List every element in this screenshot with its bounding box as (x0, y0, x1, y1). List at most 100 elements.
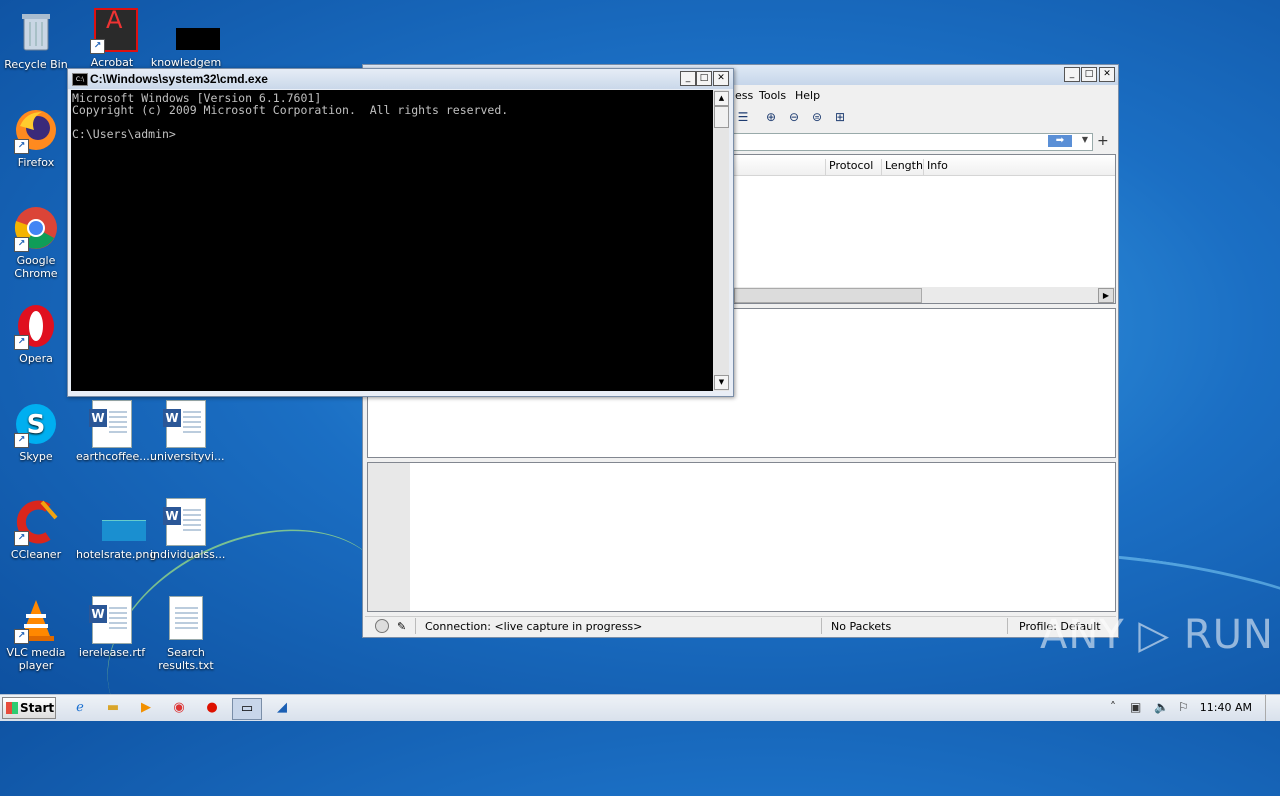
cmd-title: C:\Windows\system32\cmd.exe (90, 72, 268, 86)
menu-help[interactable]: Help (795, 89, 820, 102)
word-document-icon: W (162, 400, 210, 448)
ccleaner-icon: ↗ (12, 498, 60, 546)
desktop-icon-label: ierelease.rtf (78, 646, 146, 659)
packet-count: No Packets (831, 620, 892, 633)
close-button[interactable]: ✕ (713, 71, 729, 86)
cmd-titlebar[interactable]: C:\ C:\Windows\system32\cmd.exe _ □ ✕ (68, 69, 733, 89)
chrome-icon: ↗ (12, 204, 60, 252)
shortcut-arrow-icon: ↗ (14, 139, 29, 154)
desktop-icon-individualss[interactable]: W individualss... (150, 498, 226, 561)
column-length[interactable]: Length (881, 159, 923, 175)
zoom-in-icon[interactable]: ⊕ (763, 109, 779, 125)
capture-comment-icon[interactable]: ✎ (397, 620, 406, 633)
taskbar: Start ℯ ▬ ▶ ◉ ● ▭ ◢ ˄ ▣ 🔈 ⚐ 11:40 AM (0, 694, 1280, 721)
desktop-icon-search-results[interactable]: Search results.txt (150, 596, 222, 672)
desktop-icon-ierelease[interactable]: W ierelease.rtf (76, 596, 148, 659)
show-desktop-button[interactable] (1265, 695, 1280, 721)
shortcut-arrow-icon: ↗ (14, 335, 29, 350)
add-filter-button[interactable]: + (1097, 133, 1109, 149)
start-button[interactable]: Start (2, 697, 56, 719)
windows-logo-icon (6, 702, 18, 714)
wireshark-statusbar: ✎ Connection: <live capture in progress>… (365, 616, 1116, 635)
zoom-out-icon[interactable]: ⊖ (786, 109, 802, 125)
desktop-icon-recycle-bin[interactable]: Recycle Bin (0, 8, 72, 71)
packet-bytes-pane[interactable] (367, 462, 1116, 612)
internet-explorer-icon[interactable]: ℯ (70, 698, 90, 718)
apply-filter-arrow-icon[interactable]: ➡ (1048, 135, 1072, 147)
desktop-icon-universityvi[interactable]: W universityvi... (150, 400, 225, 463)
display-filter-input[interactable]: ➡ ▼ (733, 133, 1093, 151)
chevron-down-icon[interactable]: ▼ (1082, 135, 1088, 144)
desktop-icon-hotelsrate[interactable]: hotelsrate.png (76, 498, 157, 561)
desktop-icon-ccleaner[interactable]: ↗ CCleaner (0, 498, 72, 561)
media-player-icon[interactable]: ▶ (136, 698, 156, 718)
shortcut-arrow-icon: ↗ (14, 433, 29, 448)
desktop-icon-knowledgem[interactable]: knowledgem (150, 6, 222, 69)
desktop-icon-vlc[interactable]: ↗ VLC media player (0, 596, 72, 672)
minimize-button[interactable]: _ (680, 71, 696, 86)
desktop-icon-label: Skype (19, 450, 53, 463)
desktop-icon-label: earthcoffee.... (76, 450, 154, 463)
expert-info-icon[interactable] (375, 619, 389, 633)
console-prompt: C:\Users\admin> (72, 127, 176, 141)
word-document-icon: W (88, 596, 136, 644)
column-protocol[interactable]: Protocol (825, 159, 873, 175)
volume-icon[interactable]: 🔈 (1154, 700, 1169, 714)
desktop-icon-opera[interactable]: ↗ Opera (0, 302, 72, 365)
acrobat-icon: A ↗ (88, 6, 138, 54)
file-icon (162, 6, 220, 54)
desktop-icon-label: Recycle Bin (4, 58, 68, 71)
desktop-icon-firefox[interactable]: ↗ Firefox (0, 106, 72, 169)
svg-text:S: S (27, 410, 46, 440)
desktop-icon-label: Search results.txt (158, 646, 214, 672)
console-output[interactable]: Microsoft Windows [Version 6.1.7601] Copy… (71, 90, 714, 391)
menu-item[interactable]: ess (735, 89, 753, 102)
scroll-up-icon[interactable]: ▲ (714, 91, 729, 106)
vlc-cone-icon: ↗ (12, 596, 60, 644)
minimize-button[interactable]: _ (1064, 67, 1080, 82)
console-line: Copyright (c) 2009 Microsoft Corporation… (72, 103, 509, 117)
desktop-icon-skype[interactable]: S ↗ Skype (0, 400, 72, 463)
column-info[interactable]: Info (923, 159, 948, 175)
cmd-taskbar-icon[interactable]: ▭ (232, 698, 262, 720)
desktop-icon-label: CCleaner (10, 548, 62, 561)
cmd-window[interactable]: C:\ C:\Windows\system32\cmd.exe _ □ ✕ Mi… (67, 68, 734, 397)
anyrun-watermark: ANY ▷ RUN (1040, 612, 1274, 658)
menu-tools[interactable]: Tools (759, 89, 786, 102)
connection-status: Connection: <live capture in progress> (425, 620, 643, 633)
recycle-bin-icon (12, 8, 60, 56)
maximize-button[interactable]: □ (1081, 67, 1097, 82)
action-center-flag-icon[interactable]: ⚐ (1178, 700, 1189, 714)
desktop-icon-acrobat[interactable]: A ↗ Acrobat (76, 6, 148, 69)
opera-taskbar-icon[interactable]: ● (202, 698, 222, 718)
network-icon[interactable]: ▣ (1130, 700, 1141, 714)
maximize-button[interactable]: □ (696, 71, 712, 86)
scrollbar-thumb[interactable] (734, 288, 922, 303)
bytes-offset-column (368, 463, 410, 611)
zoom-normal-icon[interactable]: ⊜ (809, 109, 825, 125)
desktop-icon-label: universityvi... (150, 450, 225, 463)
desktop-icon-label: individualss... (150, 548, 226, 561)
show-hidden-icons-icon[interactable]: ˄ (1110, 700, 1116, 714)
shortcut-arrow-icon: ↗ (14, 237, 29, 252)
file-explorer-icon[interactable]: ▬ (103, 698, 123, 718)
wireshark-taskbar-icon[interactable]: ◢ (272, 698, 292, 718)
scroll-down-icon[interactable]: ▼ (714, 375, 729, 390)
text-file-icon (162, 596, 210, 644)
cmd-app-icon: C:\ (72, 73, 88, 86)
desktop-icon-earthcoffee[interactable]: W earthcoffee.... (76, 400, 154, 463)
shortcut-arrow-icon: ↗ (90, 39, 105, 54)
chrome-taskbar-icon[interactable]: ◉ (169, 698, 189, 718)
scroll-right-icon[interactable]: ▶ (1098, 288, 1114, 303)
desktop-icon-label: hotelsrate.png (76, 548, 157, 561)
firefox-icon: ↗ (12, 106, 60, 154)
close-button[interactable]: ✕ (1099, 67, 1115, 82)
shortcut-arrow-icon: ↗ (14, 531, 29, 546)
resize-columns-icon[interactable]: ⊞ (832, 109, 848, 125)
desktop-icon-chrome[interactable]: ↗ Google Chrome (0, 204, 72, 280)
vertical-scrollbar[interactable]: ▲ ▼ (713, 90, 729, 391)
scrollbar-thumb[interactable] (714, 106, 729, 128)
clock[interactable]: 11:40 AM (1200, 701, 1252, 714)
list-view-icon[interactable]: ☰ (735, 109, 751, 125)
skype-icon: S ↗ (12, 400, 60, 448)
